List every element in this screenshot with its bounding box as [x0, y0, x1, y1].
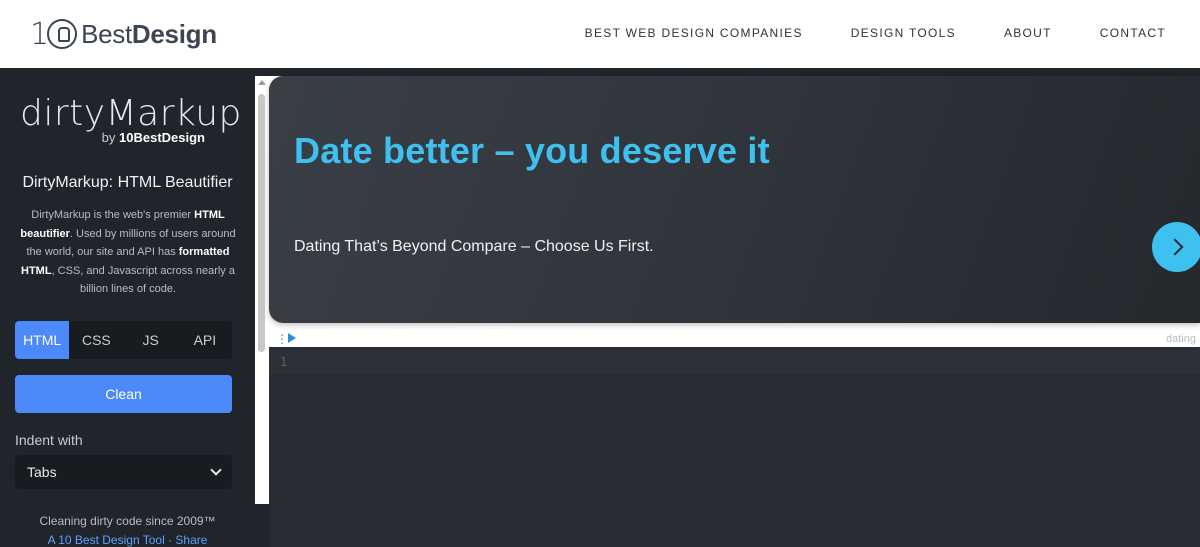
logo-word-best: Best — [81, 18, 132, 49]
site-logo[interactable]: 1 BestDesign — [30, 16, 217, 52]
language-tabs: HTML CSS JS API — [15, 321, 232, 359]
code-editor[interactable] — [269, 347, 1200, 547]
dirtymarkup-logo: dirtyMarkup by 10BestDesign — [20, 93, 242, 146]
nav-about[interactable]: ABOUT — [1004, 26, 1052, 40]
ad-next-button[interactable] — [1152, 222, 1200, 272]
nav-design-tools[interactable]: DESIGN TOOLS — [851, 26, 956, 40]
logo-byline: by 10BestDesign — [102, 130, 205, 145]
line-number: 1 — [280, 355, 288, 369]
tab-api[interactable]: API — [178, 321, 232, 359]
ad-controls-bar — [269, 330, 1200, 347]
ad-subtitle: Dating That’s Beyond Compare – Choose Us… — [294, 238, 654, 255]
logo-mark: 1 — [30, 16, 78, 52]
indent-label: Indent with — [15, 432, 83, 448]
line-number-gutter — [269, 347, 299, 547]
top-navigation: 1 BestDesign BEST WEB DESIGN COMPANIES D… — [0, 0, 1200, 68]
tab-html[interactable]: HTML — [15, 321, 70, 359]
sidebar: dirtyMarkup by 10BestDesign DirtyMarkup:… — [0, 68, 255, 547]
ad-title: Date better – you deserve it — [294, 130, 770, 171]
logo-one: 1 — [30, 16, 49, 52]
tab-css[interactable]: CSS — [69, 321, 123, 359]
clean-button[interactable]: Clean — [15, 375, 232, 413]
logo-mic-icon — [47, 19, 78, 49]
nav-contact[interactable]: CONTACT — [1100, 26, 1166, 40]
chevron-down-icon — [210, 464, 222, 476]
logo-word-design: Design — [131, 18, 217, 49]
desc-part-3: , CSS, and Javascript across nearly a bi… — [51, 264, 235, 296]
content-top-strip — [255, 68, 1200, 76]
active-line[interactable] — [269, 350, 1200, 374]
logo-title: dirtyMarkup — [20, 93, 242, 134]
ad-category-label: dating — [1166, 333, 1196, 345]
nav-best-web-design-companies[interactable]: BEST WEB DESIGN COMPANIES — [585, 26, 803, 40]
gutter-bottom — [255, 504, 269, 547]
indent-select[interactable]: Tabs — [15, 455, 232, 489]
tab-js[interactable]: JS — [124, 321, 178, 359]
byline-brand: 10BestDesign — [119, 130, 205, 145]
logo-wordmark: BestDesign — [81, 19, 217, 50]
indent-select-value: Tabs — [27, 464, 57, 480]
byline-prefix: by — [101, 130, 120, 145]
scrollbar-thumb[interactable] — [258, 94, 265, 352]
tool-description: DirtyMarkup is the web's premier HTML be… — [18, 206, 238, 299]
ad-options-icon[interactable]: ⋮ — [276, 333, 288, 345]
footer-tagline: Cleaning dirty code since 2009™ — [39, 514, 216, 528]
main-menu: BEST WEB DESIGN COMPANIES DESIGN TOOLS A… — [585, 26, 1166, 40]
desc-part-1: DirtyMarkup is the web's premier — [31, 209, 195, 221]
footer-link[interactable]: A 10 Best Design Tool · Share — [0, 533, 255, 547]
chevron-right-icon — [1166, 238, 1183, 256]
ad-banner[interactable]: Date better – you deserve it Dating That… — [269, 76, 1200, 323]
scroll-up-arrow-icon[interactable] — [258, 80, 266, 85]
ad-choices-icon[interactable] — [288, 333, 296, 343]
page-title: DirtyMarkup: HTML Beautifier — [22, 174, 233, 191]
